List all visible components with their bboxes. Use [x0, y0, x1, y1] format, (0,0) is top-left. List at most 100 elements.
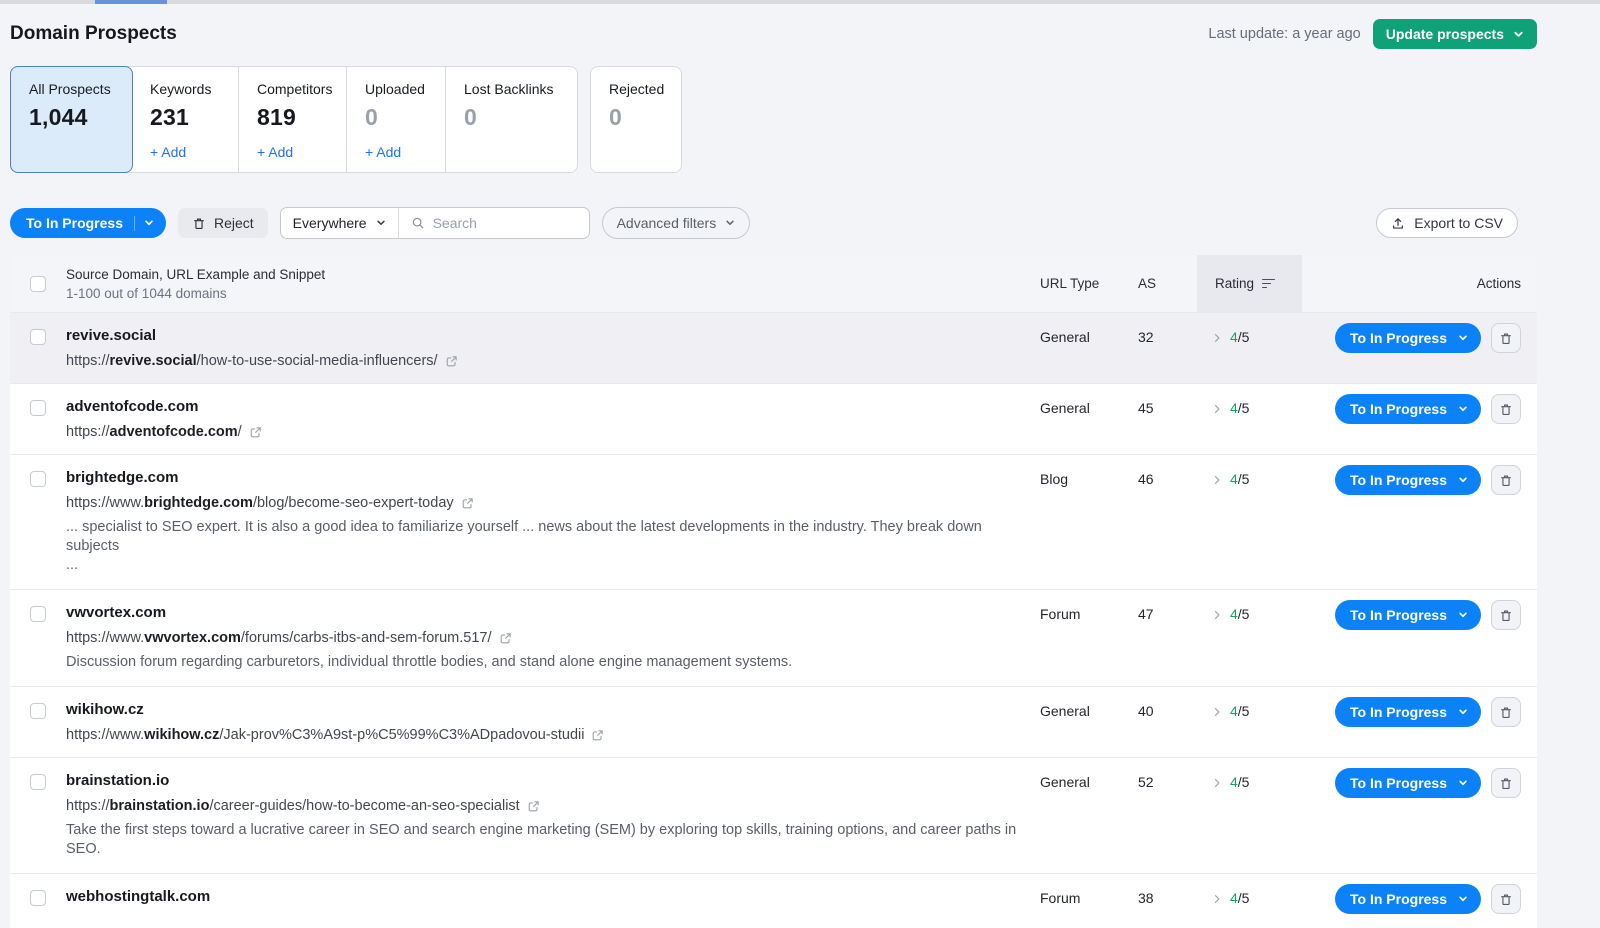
source-domain[interactable]: brightedge.com	[66, 469, 1030, 486]
expand-rating-icon[interactable]	[1211, 893, 1223, 905]
url-example: https://brainstation.io/career-guides/ho…	[66, 798, 1030, 814]
update-prospects-button[interactable]: Update prospects	[1373, 19, 1537, 49]
row-status-dropdown-button[interactable]: To In Progress	[1335, 768, 1481, 798]
row-checkbox[interactable]	[30, 471, 46, 487]
row-checkbox[interactable]	[30, 774, 46, 790]
external-link-icon[interactable]	[591, 729, 604, 742]
row-delete-button[interactable]	[1491, 884, 1521, 914]
expand-rating-icon[interactable]	[1211, 706, 1223, 718]
trash-icon	[1499, 331, 1513, 346]
prospect-tabs-group: All Prospects 1,044 Keywords 231 + Add C…	[10, 66, 578, 173]
url-example: https://revive.social/how-to-use-social-…	[66, 353, 1030, 369]
row-status-dropdown-button[interactable]: To In Progress	[1335, 600, 1481, 630]
rating-value: 4/5	[1230, 890, 1249, 908]
expand-rating-icon[interactable]	[1211, 609, 1223, 621]
as-value: 38	[1122, 888, 1197, 914]
prospect-tab[interactable]: Rejected 0	[590, 66, 682, 173]
prospect-tab[interactable]: All Prospects 1,044	[10, 66, 133, 173]
snippet-text: Discussion forum regarding carburetors, …	[66, 653, 1026, 672]
url-type-value: General	[1030, 398, 1122, 440]
reject-button[interactable]: Reject	[178, 208, 268, 238]
url-text[interactable]: https://revive.social/how-to-use-social-…	[66, 353, 438, 369]
trash-icon	[1499, 776, 1513, 791]
row-delete-button[interactable]	[1491, 394, 1521, 424]
active-tab-indicator	[95, 0, 167, 4]
search-input[interactable]	[433, 215, 573, 231]
expand-rating-icon[interactable]	[1211, 474, 1223, 486]
search-icon	[411, 216, 425, 230]
row-checkbox[interactable]	[30, 703, 46, 719]
source-domain[interactable]: brainstation.io	[66, 772, 1030, 789]
row-status-dropdown-button[interactable]: To In Progress	[1335, 884, 1481, 914]
select-all-checkbox[interactable]	[30, 276, 46, 292]
rating-value: 4/5	[1230, 329, 1249, 347]
table-toolbar: To In Progress Reject Everywhere	[10, 207, 1537, 239]
chevron-down-icon	[144, 218, 154, 228]
url-type-value: Forum	[1030, 604, 1122, 672]
row-status-dropdown-button[interactable]: To In Progress	[1335, 394, 1481, 424]
row-checkbox[interactable]	[30, 329, 46, 345]
prospect-tabs-separate: Rejected 0	[578, 66, 682, 173]
add-link[interactable]: + Add	[150, 144, 238, 160]
add-link[interactable]: + Add	[257, 144, 346, 160]
external-link-icon[interactable]	[461, 497, 474, 510]
export-csv-button[interactable]: Export to CSV	[1376, 208, 1518, 238]
external-link-icon[interactable]	[249, 426, 262, 439]
url-text[interactable]: https://www.brightedge.com/blog/become-s…	[66, 495, 454, 511]
url-text[interactable]: https://brainstation.io/career-guides/ho…	[66, 798, 520, 814]
prospect-tab[interactable]: Competitors 819 + Add	[239, 67, 347, 172]
chevron-down-icon	[1458, 610, 1468, 620]
tab-count: 1,044	[29, 104, 132, 131]
tab-count: 0	[609, 104, 681, 131]
page-title: Domain Prospects	[10, 23, 177, 45]
row-status-dropdown-button[interactable]: To In Progress	[1335, 323, 1481, 353]
prospect-tab[interactable]: Keywords 231 + Add	[132, 67, 239, 172]
url-type-value: General	[1030, 327, 1122, 369]
browser-tab-strip	[0, 0, 1600, 4]
url-text[interactable]: https://www.vwvortex.com/forums/carbs-it…	[66, 630, 492, 646]
table-header: Source Domain, URL Example and Snippet 1…	[10, 255, 1537, 312]
expand-rating-icon[interactable]	[1211, 332, 1223, 344]
bulk-action-dropdown-button[interactable]: To In Progress	[10, 208, 166, 238]
tab-label: Uploaded	[365, 81, 445, 97]
url-example: https://www.wikihow.cz/Jak-prov%C3%A9st-…	[66, 727, 1030, 743]
row-delete-button[interactable]	[1491, 465, 1521, 495]
col-header-rating[interactable]: Rating	[1197, 255, 1302, 312]
row-delete-button[interactable]	[1491, 697, 1521, 727]
table-row: vwvortex.com https://www.vwvortex.com/fo…	[10, 589, 1537, 686]
table-row: adventofcode.com https://adventofcode.co…	[10, 383, 1537, 454]
source-domain[interactable]: adventofcode.com	[66, 398, 1030, 415]
row-delete-button[interactable]	[1491, 323, 1521, 353]
source-domain[interactable]: vwvortex.com	[66, 604, 1030, 621]
url-text[interactable]: https://adventofcode.com/	[66, 424, 242, 440]
external-link-icon[interactable]	[527, 800, 540, 813]
external-link-icon[interactable]	[499, 632, 512, 645]
page-header: Domain Prospects Last update: a year ago…	[10, 18, 1537, 50]
rating-value: 4/5	[1230, 400, 1249, 418]
prospect-tab[interactable]: Lost Backlinks 0	[446, 67, 577, 172]
row-delete-button[interactable]	[1491, 600, 1521, 630]
tab-count: 0	[365, 104, 445, 131]
external-link-icon[interactable]	[445, 355, 458, 368]
row-checkbox[interactable]	[30, 890, 46, 906]
source-domain[interactable]: revive.social	[66, 327, 1030, 344]
add-link[interactable]: + Add	[365, 144, 445, 160]
row-delete-button[interactable]	[1491, 768, 1521, 798]
row-status-dropdown-button[interactable]: To In Progress	[1335, 465, 1481, 495]
source-domain[interactable]: wikihow.cz	[66, 701, 1030, 718]
url-text[interactable]: https://www.wikihow.cz/Jak-prov%C3%A9st-…	[66, 727, 584, 743]
prospect-tab[interactable]: Uploaded 0 + Add	[347, 67, 446, 172]
url-example: https://www.vwvortex.com/forums/carbs-it…	[66, 630, 1030, 646]
row-checkbox[interactable]	[30, 400, 46, 416]
expand-rating-icon[interactable]	[1211, 777, 1223, 789]
tab-label: Rejected	[609, 81, 681, 97]
table-row: brainstation.io https://brainstation.io/…	[10, 757, 1537, 873]
row-status-dropdown-button[interactable]: To In Progress	[1335, 697, 1481, 727]
expand-rating-icon[interactable]	[1211, 403, 1223, 415]
source-domain[interactable]: webhostingtalk.com	[66, 888, 1030, 905]
advanced-filters-button[interactable]: Advanced filters	[602, 207, 751, 239]
as-value: 45	[1122, 398, 1197, 440]
table-row: wikihow.cz https://www.wikihow.cz/Jak-pr…	[10, 686, 1537, 757]
search-scope-dropdown[interactable]: Everywhere	[281, 208, 398, 238]
row-checkbox[interactable]	[30, 606, 46, 622]
